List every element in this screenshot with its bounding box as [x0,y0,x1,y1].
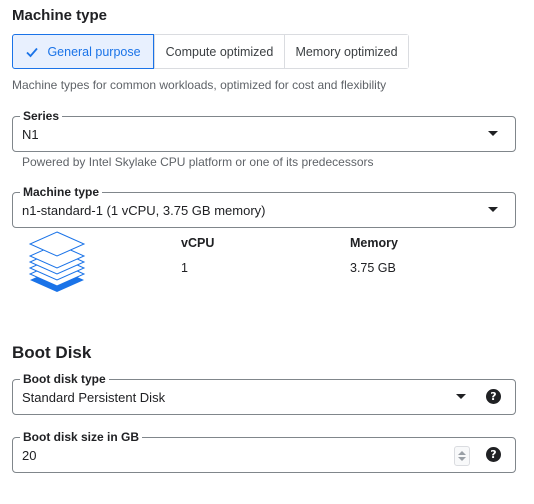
machine-type-select[interactable]: Machine type n1-standard-1 (1 vCPU, 3.75… [12,184,516,228]
machine-type-label: Machine type [20,184,103,200]
tab-general-purpose[interactable]: General purpose [12,34,154,69]
series-value: N1 [22,127,39,142]
check-icon [26,47,39,57]
vcpu-header: vCPU [181,236,215,250]
tab-memory-optimized[interactable]: Memory optimized [284,35,408,68]
boot-disk-size-input[interactable]: Boot disk size in GB 20 ? [12,429,516,473]
tab-compute-optimized[interactable]: Compute optimized [154,35,284,68]
series-label: Series [20,108,63,124]
vcpu-value: 1 [181,261,188,275]
machine-type-title: Machine type [12,7,108,24]
machine-type-description: Machine types for common workloads, opti… [12,78,387,92]
boot-disk-title: Boot Disk [12,343,92,362]
help-icon[interactable]: ? [486,447,501,462]
tab-label: General purpose [47,44,141,59]
number-stepper[interactable] [454,446,470,466]
boot-disk-size-label: Boot disk size in GB [20,429,143,445]
machine-stack-icon [28,231,86,292]
boot-disk-size-value[interactable]: 20 [22,448,36,463]
help-icon[interactable]: ? [486,389,501,404]
series-helper-text: Powered by Intel Skylake CPU platform or… [22,155,374,169]
boot-disk-type-select[interactable]: Boot disk type Standard Persistent Disk … [12,371,516,415]
dropdown-caret-icon [488,207,498,212]
machine-family-tabs: General purpose Compute optimized Memory… [12,34,409,69]
dropdown-caret-icon [488,131,498,136]
boot-disk-type-label: Boot disk type [20,371,109,387]
dropdown-caret-icon [456,394,466,399]
increment-icon[interactable] [458,451,466,455]
boot-disk-type-value: Standard Persistent Disk [22,390,166,405]
machine-type-value: n1-standard-1 (1 vCPU, 3.75 GB memory) [22,203,266,218]
series-select[interactable]: Series N1 [12,108,516,152]
memory-value: 3.75 GB [350,261,396,275]
memory-header: Memory [350,236,398,250]
tab-label: Compute optimized [165,44,274,59]
tab-label: Memory optimized [295,44,398,59]
decrement-icon[interactable] [458,457,466,461]
